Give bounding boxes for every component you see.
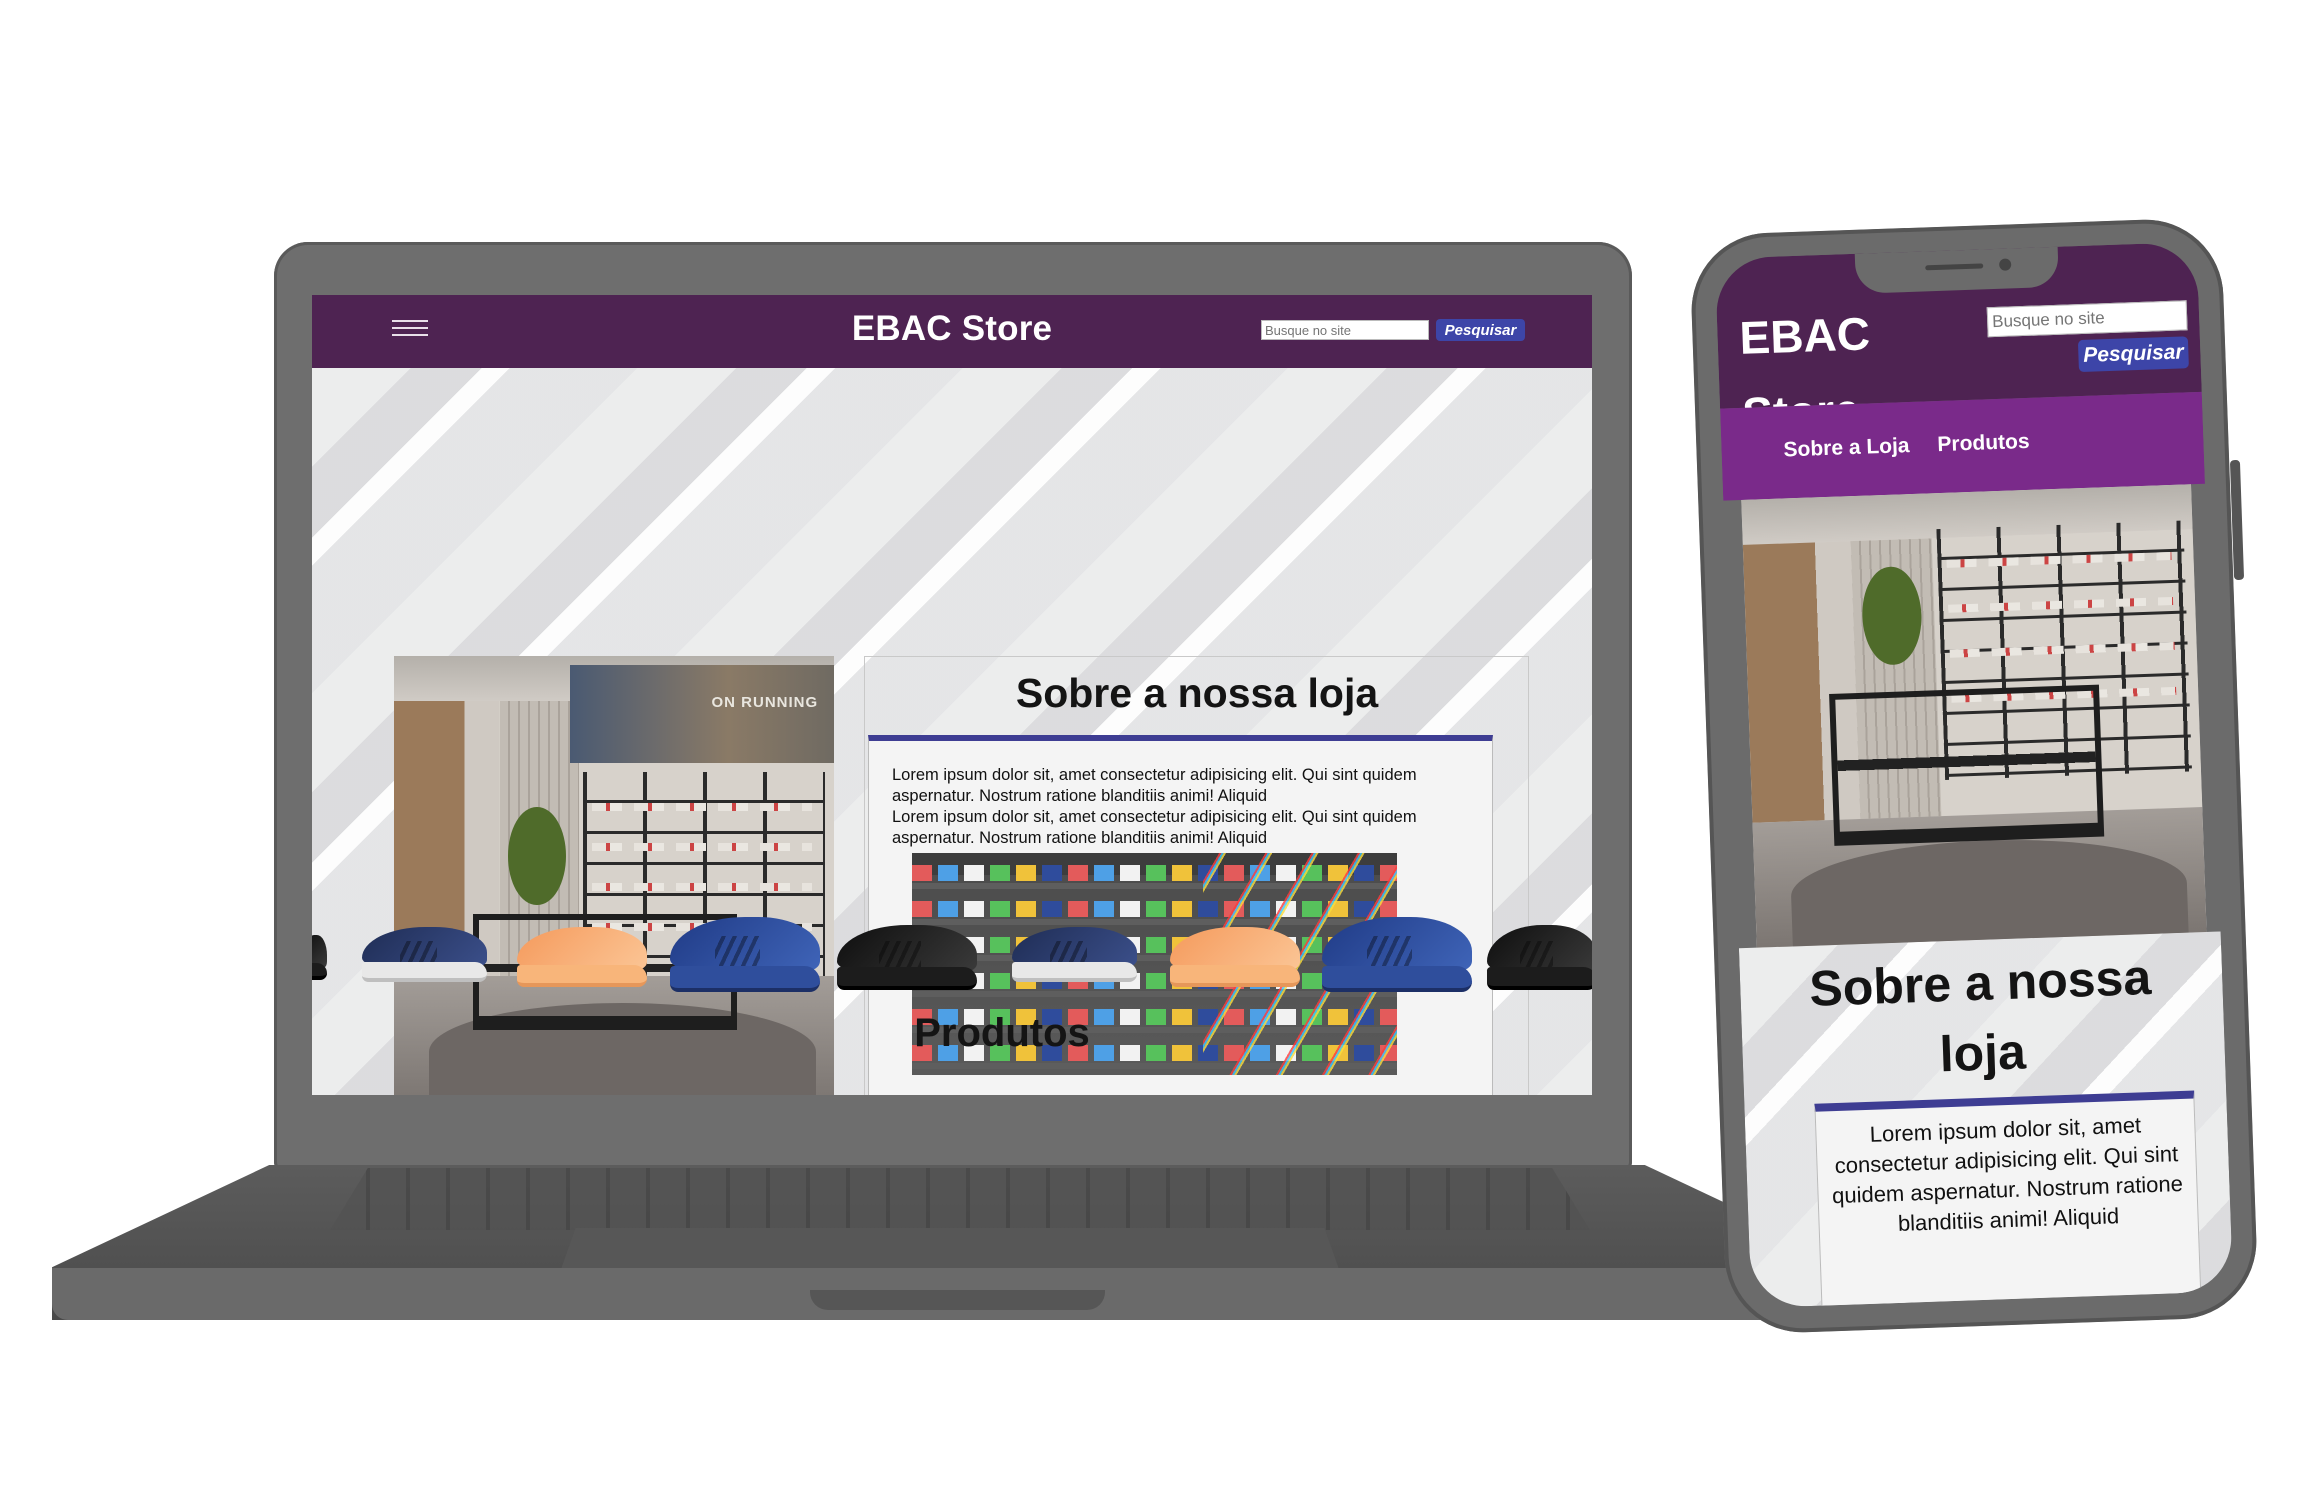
product-shoe[interactable] <box>1487 925 1592 990</box>
phone-notch <box>1854 246 2060 294</box>
products-heading: Produtos <box>914 1011 1090 1055</box>
product-shoe[interactable] <box>1322 917 1472 992</box>
store-banner-text: ON RUNNING <box>711 694 819 712</box>
phone-screen: EBAC Store Pesquisar Sobre a Loja Produt… <box>1714 241 2234 1309</box>
nav-item-produtos[interactable]: Produtos <box>1937 430 2030 457</box>
laptop-notch <box>810 1290 1105 1310</box>
site-header: EBAC Store Pesquisar <box>312 295 1592 368</box>
products-carousel[interactable] <box>312 905 1592 1015</box>
about-heading: Sobre a nossa loja <box>1808 948 2153 1083</box>
keyboard <box>330 1168 1590 1230</box>
search-input[interactable] <box>1261 320 1429 340</box>
mobile-nav: Sobre a Loja Produtos <box>1720 391 2205 501</box>
product-shoe[interactable] <box>1170 927 1300 987</box>
speaker-icon <box>1925 263 1984 271</box>
about-heading: Sobre a nossa loja <box>1015 670 1379 716</box>
product-shoe[interactable] <box>837 925 977 990</box>
hamburger-menu-icon[interactable] <box>392 320 428 340</box>
product-shoe[interactable] <box>1012 927 1137 982</box>
trackpad <box>560 1228 1340 1272</box>
product-shoe[interactable] <box>312 935 327 980</box>
about-paragraph: Lorem ipsum dolor sit, amet consectetur … <box>1831 1112 2184 1236</box>
search-button[interactable]: Pesquisar <box>1436 319 1525 341</box>
laptop-screen: EBAC Store Pesquisar ON RUNNING Sobre a … <box>312 295 1592 1095</box>
store-interior-photo: ON RUNNING <box>394 656 834 1095</box>
product-shoe[interactable] <box>517 927 647 987</box>
search-button[interactable]: Pesquisar <box>2077 336 2189 373</box>
product-shoe[interactable] <box>362 927 487 982</box>
product-shoe[interactable] <box>670 917 820 992</box>
store-banner: ON RUNNING <box>570 664 834 763</box>
about-paragraph-2: Lorem ipsum dolor sit, amet consectetur … <box>892 808 1417 847</box>
site-title[interactable]: EBAC Store <box>712 309 1192 349</box>
about-paragraph-1: Lorem ipsum dolor sit, amet consectetur … <box>892 766 1417 805</box>
camera-icon <box>1999 258 2012 271</box>
search-input[interactable] <box>1986 300 2188 338</box>
plant-icon <box>508 807 566 906</box>
nav-item-sobre-a-loja[interactable]: Sobre a Loja <box>1783 434 1910 462</box>
store-interior-photo <box>1741 484 2207 948</box>
